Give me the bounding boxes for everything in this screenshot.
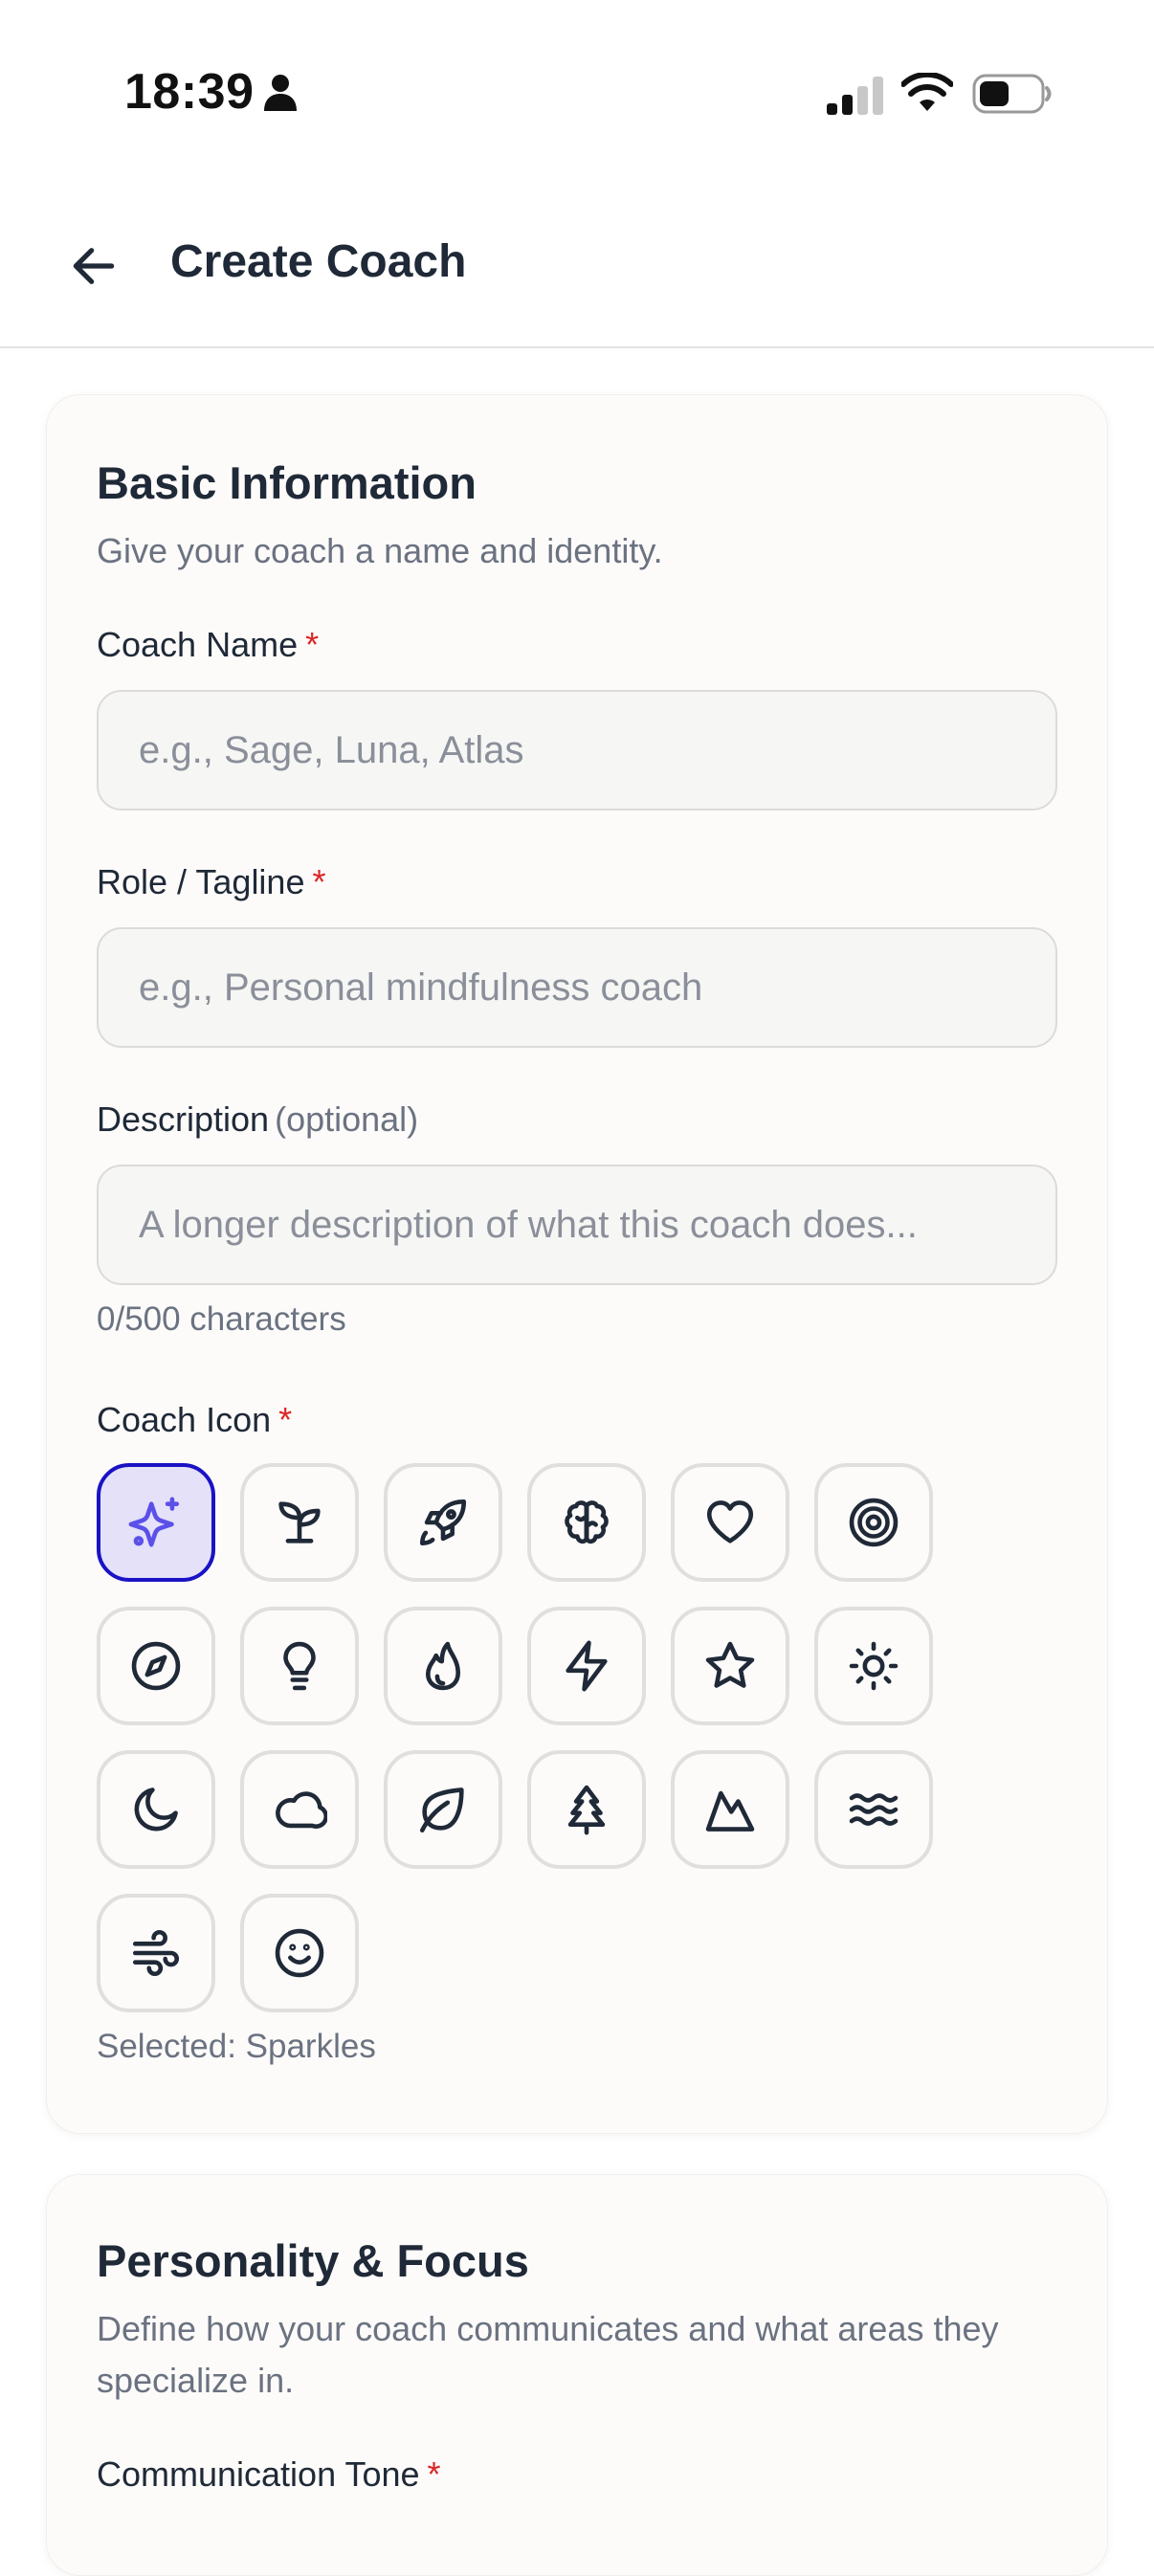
target-icon <box>849 1498 899 1547</box>
rocket-icon <box>419 1499 467 1546</box>
required-mark: * <box>278 1400 293 1439</box>
sparkles-icon <box>128 1497 180 1547</box>
zap-icon <box>566 1640 608 1692</box>
icon-option-cloud[interactable] <box>240 1750 359 1869</box>
star-icon <box>705 1641 755 1688</box>
basic-information-card: Basic Information Give your coach a name… <box>46 394 1108 2134</box>
person-icon <box>264 75 297 111</box>
icon-option-wind[interactable] <box>97 1894 215 2012</box>
optional-hint: (optional) <box>275 1099 419 1139</box>
moon-icon <box>134 1788 178 1832</box>
section-title-personality: Personality & Focus <box>97 2235 529 2286</box>
icon-option-moon[interactable] <box>97 1750 215 1869</box>
icon-option-brain[interactable] <box>527 1463 646 1582</box>
icon-option-rocket[interactable] <box>384 1463 502 1582</box>
icon-option-target[interactable] <box>814 1463 933 1582</box>
sprout-icon <box>278 1501 321 1543</box>
leaf-icon <box>419 1788 464 1833</box>
icon-option-tree[interactable] <box>527 1750 646 1869</box>
communication-tone-label: Communication Tone * <box>97 2454 441 2494</box>
section-desc-personality: Define how your coach communicates and w… <box>97 2309 999 2400</box>
selected-icon-text: Selected: Sparkles <box>97 2028 376 2065</box>
lightbulb-icon <box>283 1641 316 1691</box>
smile-icon <box>275 1928 324 1978</box>
icon-option-flame[interactable] <box>384 1607 502 1725</box>
waves-icon <box>849 1793 899 1826</box>
page-title: Create Coach <box>170 236 467 287</box>
status-bar: 18:39 <box>0 0 1154 182</box>
coach-name-label: Coach Name * <box>97 625 320 664</box>
icon-option-sun[interactable] <box>814 1607 933 1725</box>
icon-option-lightbulb[interactable] <box>240 1607 359 1725</box>
required-mark: * <box>427 2454 441 2494</box>
icon-option-sparkles[interactable] <box>97 1463 215 1582</box>
description-input[interactable] <box>97 1165 1057 1285</box>
icon-option-heart[interactable] <box>671 1463 789 1582</box>
cloud-icon <box>276 1791 327 1829</box>
coach-icon-label: Coach Icon * <box>97 1400 293 1439</box>
status-time: 18:39 <box>124 64 255 120</box>
icon-option-smile[interactable] <box>240 1894 359 2012</box>
description-label: Description (optional) <box>97 1099 419 1139</box>
section-title-basic: Basic Information <box>97 457 477 508</box>
app-header: Create Coach <box>0 182 1154 348</box>
icon-option-zap[interactable] <box>527 1607 646 1725</box>
personality-focus-card: Personality & Focus Define how your coac… <box>46 2174 1108 2576</box>
mountain-icon <box>705 1790 755 1832</box>
role-label: Role / Tagline * <box>97 862 326 901</box>
compass-icon <box>131 1641 181 1691</box>
icon-option-leaf[interactable] <box>384 1750 502 1869</box>
required-mark: * <box>312 862 326 901</box>
wind-icon <box>132 1929 180 1977</box>
sun-icon <box>849 1641 899 1691</box>
wifi-icon <box>901 73 953 111</box>
required-mark: * <box>305 625 320 664</box>
icon-option-star[interactable] <box>671 1607 789 1725</box>
brain-icon <box>565 1500 609 1544</box>
role-input[interactable] <box>97 927 1057 1048</box>
icon-option-mountain[interactable] <box>671 1750 789 1869</box>
flame-icon <box>425 1641 461 1691</box>
char-counter: 0/500 characters <box>97 1300 346 1338</box>
battery-icon <box>972 74 1052 114</box>
heart-icon <box>706 1500 754 1543</box>
back-button[interactable] <box>57 230 130 302</box>
tree-icon <box>567 1785 606 1835</box>
icon-option-compass[interactable] <box>97 1607 215 1725</box>
arrow-left-icon <box>73 248 115 284</box>
signal-icon <box>827 77 883 115</box>
icon-option-waves[interactable] <box>814 1750 933 1869</box>
coach-name-input[interactable] <box>97 690 1057 811</box>
icon-option-sprout[interactable] <box>240 1463 359 1582</box>
section-desc-basic: Give your coach a name and identity. <box>97 531 663 570</box>
